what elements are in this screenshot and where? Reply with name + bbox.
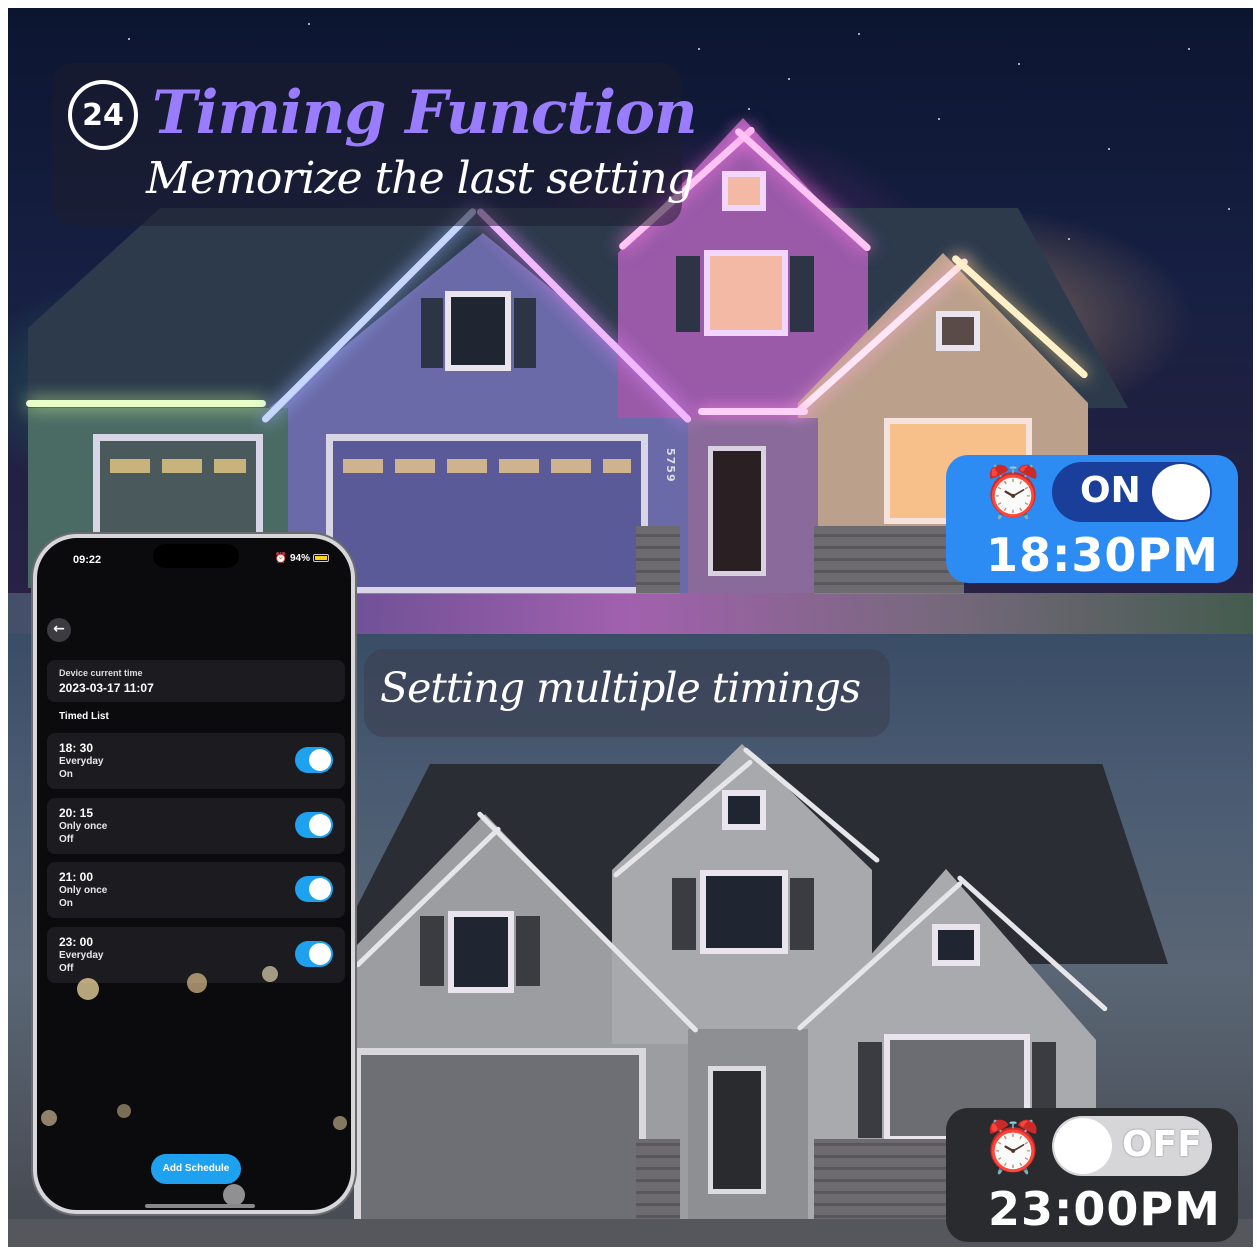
timer-action: Off xyxy=(59,834,74,845)
on-toggle: ON xyxy=(1052,462,1212,522)
off-time: 23:00PM xyxy=(988,1182,1221,1236)
phone-notch xyxy=(153,544,239,568)
timer-action: On xyxy=(59,898,73,909)
add-schedule-button[interactable]: Add Schedule xyxy=(151,1154,241,1184)
bokeh-light xyxy=(333,1116,347,1130)
toggle-knob xyxy=(1054,1118,1112,1174)
timer-toggle[interactable] xyxy=(295,941,333,967)
toggle-state-label: OFF xyxy=(1122,1124,1202,1165)
bokeh-light xyxy=(117,1104,131,1118)
device-time-card: Device current time 2023-03-17 11:07 xyxy=(47,660,345,702)
timer-action: On xyxy=(59,769,73,780)
device-time-value: 2023-03-17 11:07 xyxy=(59,681,154,695)
timer-toggle[interactable] xyxy=(295,747,333,773)
battery-percent: 94% xyxy=(289,553,310,564)
bokeh-light xyxy=(187,973,207,993)
timer-toggle[interactable] xyxy=(295,876,333,902)
alarm-clock-icon: ⏰ xyxy=(982,1118,1045,1176)
timer-row[interactable]: 18: 30 Everyday On xyxy=(47,733,345,789)
off-toggle: OFF xyxy=(1052,1116,1212,1176)
bokeh-light xyxy=(262,966,278,982)
section-subtitle: Setting multiple timings xyxy=(380,664,861,712)
timer-time: 20: 15 xyxy=(59,806,94,820)
bokeh-light xyxy=(41,1110,57,1126)
battery-icon xyxy=(313,554,329,562)
timer-repeat: Only once xyxy=(59,821,108,832)
phone-mockup: 09:22 ⏰ 94% ← Device current time 2023-0… xyxy=(33,534,355,1214)
timer-time: 23: 00 xyxy=(59,935,94,949)
timer-repeat: Only once xyxy=(59,885,108,896)
status-bar-time: 09:22 xyxy=(73,554,102,566)
status-bar-battery: ⏰ 94% xyxy=(275,553,329,564)
timer-time: 18: 30 xyxy=(59,741,94,755)
home-indicator xyxy=(145,1204,255,1208)
timer-action: Off xyxy=(59,963,74,974)
toggle-knob xyxy=(1152,464,1210,520)
timed-list-heading: Timed List xyxy=(59,711,109,722)
timer-row[interactable]: 21: 00 Only once On xyxy=(47,862,345,918)
back-button[interactable]: ← xyxy=(47,618,71,642)
page-title: Timing Function xyxy=(152,78,698,148)
timer-row[interactable]: 20: 15 Only once Off xyxy=(47,798,345,854)
24-hour-timer-icon: 24 xyxy=(68,80,138,150)
alarm-status-icon: ⏰ xyxy=(274,553,290,564)
device-time-label: Device current time xyxy=(59,668,143,678)
bokeh-light xyxy=(223,1184,245,1206)
page-subtitle: Memorize the last setting xyxy=(146,153,695,204)
timer-toggle[interactable] xyxy=(295,812,333,838)
timer-repeat: Everyday xyxy=(59,756,104,767)
bokeh-light xyxy=(77,978,99,1000)
timer-repeat: Everyday xyxy=(59,950,104,961)
address-number: 5759 xyxy=(664,448,677,483)
on-time: 18:30PM xyxy=(986,528,1219,582)
timer-time: 21: 00 xyxy=(59,870,94,884)
toggle-state-label: ON xyxy=(1080,470,1141,511)
alarm-clock-icon: ⏰ xyxy=(982,463,1045,521)
